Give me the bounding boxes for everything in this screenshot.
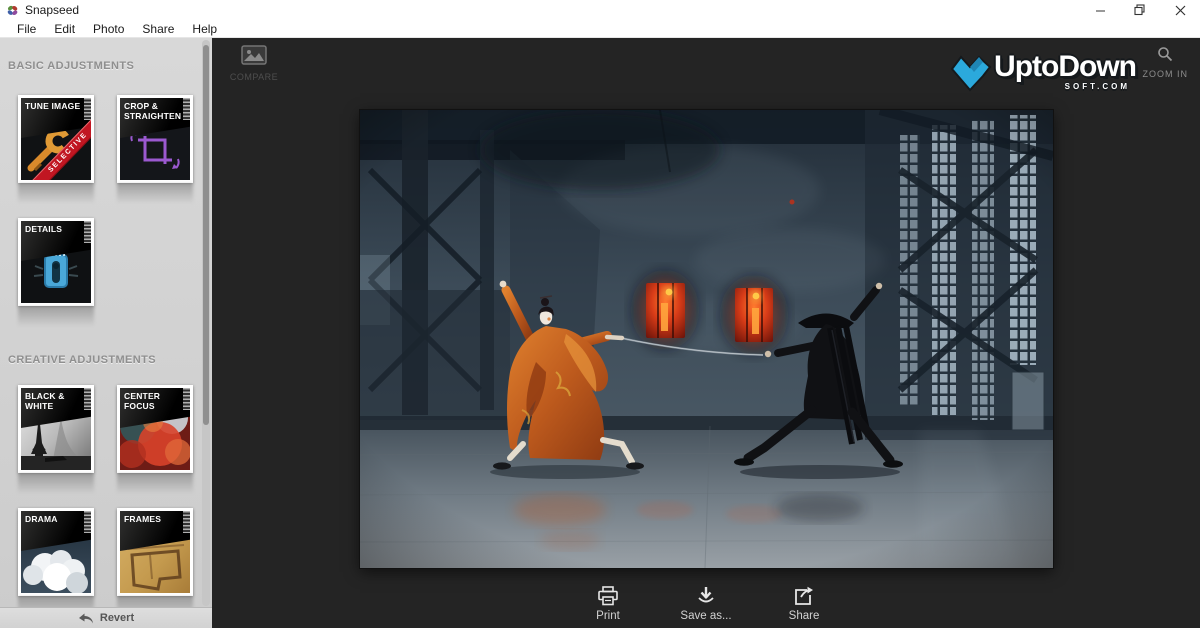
close-icon: [1175, 5, 1186, 16]
martial-artists-photo: [360, 110, 1053, 568]
share-icon: [793, 586, 815, 606]
image-icon: [241, 45, 267, 65]
undo-arrow-icon: [78, 613, 94, 624]
compare-button[interactable]: COMPARE: [226, 45, 282, 82]
menu-help[interactable]: Help: [183, 22, 226, 36]
section-creative-adjustments: CREATIVE ADJUSTMENTS: [8, 354, 156, 366]
save-as-button[interactable]: Save as...: [675, 586, 737, 622]
magnifier-icon: [1157, 46, 1173, 62]
binding-dots-icon: [84, 511, 91, 533]
filter-tile-drama[interactable]: DRAMA: [18, 508, 94, 596]
filter-tile-frames[interactable]: FRAMES: [117, 508, 193, 596]
filter-tile-black-white[interactable]: BLACK & WHITE: [18, 385, 94, 473]
tile-label: BLACK & WHITE: [21, 388, 91, 412]
binding-dots-icon: [84, 98, 91, 120]
download-icon: [695, 586, 717, 606]
revert-button[interactable]: Revert: [0, 607, 212, 628]
watermark-subtitle: SOFT.COM: [1065, 82, 1130, 91]
edited-photo: [360, 110, 1053, 568]
print-label: Print: [596, 610, 620, 622]
binding-dots-icon: [183, 98, 190, 120]
filter-tile-tune-image[interactable]: TUNE IMAGE SELECTIVE: [18, 95, 94, 183]
restore-icon: [1134, 4, 1146, 16]
snapseed-window: Snapseed File Edit Photo: [0, 0, 1200, 628]
watermark-brand: UptoDown: [994, 50, 1136, 83]
window-title: Snapseed: [25, 3, 79, 17]
editor-canvas: COMPARE UptoDown SOFT.COM ZOOM IN: [212, 38, 1200, 628]
tile-label: DETAILS: [21, 221, 91, 235]
sidebar-scrollbar-thumb[interactable]: [203, 45, 209, 425]
tile-label: DRAMA: [21, 511, 91, 525]
minimize-button[interactable]: [1080, 0, 1120, 20]
close-button[interactable]: [1160, 0, 1200, 20]
uptodown-logo-icon: [950, 52, 992, 92]
restore-button[interactable]: [1120, 0, 1160, 20]
tile-label: CENTER FOCUS: [120, 388, 190, 412]
share-button[interactable]: Share: [773, 586, 835, 622]
tile-label: CROP & STRAIGHTEN: [120, 98, 190, 122]
menu-file[interactable]: File: [8, 22, 45, 36]
binding-dots-icon: [84, 221, 91, 243]
save-as-label: Save as...: [680, 610, 731, 622]
printer-icon: [597, 586, 619, 606]
section-basic-adjustments: BASIC ADJUSTMENTS: [8, 60, 134, 72]
tile-label: FRAMES: [120, 511, 190, 525]
filter-tile-center-focus[interactable]: CENTER FOCUS: [117, 385, 193, 473]
binding-dots-icon: [84, 388, 91, 410]
menu-edit[interactable]: Edit: [45, 22, 84, 36]
print-button[interactable]: Print: [577, 586, 639, 622]
filter-tile-crop-straighten[interactable]: CROP & STRAIGHTEN: [117, 95, 193, 183]
compare-label: COMPARE: [226, 72, 282, 82]
zoom-in-button[interactable]: ZOOM IN: [1143, 46, 1189, 79]
menu-photo[interactable]: Photo: [84, 22, 133, 36]
menu-bar: File Edit Photo Share Help: [0, 20, 1200, 38]
uptodown-watermark: UptoDown SOFT.COM: [950, 52, 1136, 92]
snapseed-app-icon: [6, 4, 19, 17]
menu-share[interactable]: Share: [133, 22, 183, 36]
share-label: Share: [789, 610, 820, 622]
filter-tile-details[interactable]: DETAILS: [18, 218, 94, 306]
binding-dots-icon: [183, 388, 190, 410]
revert-label: Revert: [100, 612, 134, 624]
export-toolbar: Print Save as... Share: [577, 586, 835, 622]
binding-dots-icon: [183, 511, 190, 533]
filters-sidebar: BASIC ADJUSTMENTS TUNE IMAGE: [0, 38, 212, 628]
zoom-in-label: ZOOM IN: [1143, 69, 1189, 79]
title-bar: Snapseed: [0, 0, 1200, 20]
tile-label: TUNE IMAGE: [21, 98, 91, 112]
minimize-icon: [1095, 5, 1106, 16]
